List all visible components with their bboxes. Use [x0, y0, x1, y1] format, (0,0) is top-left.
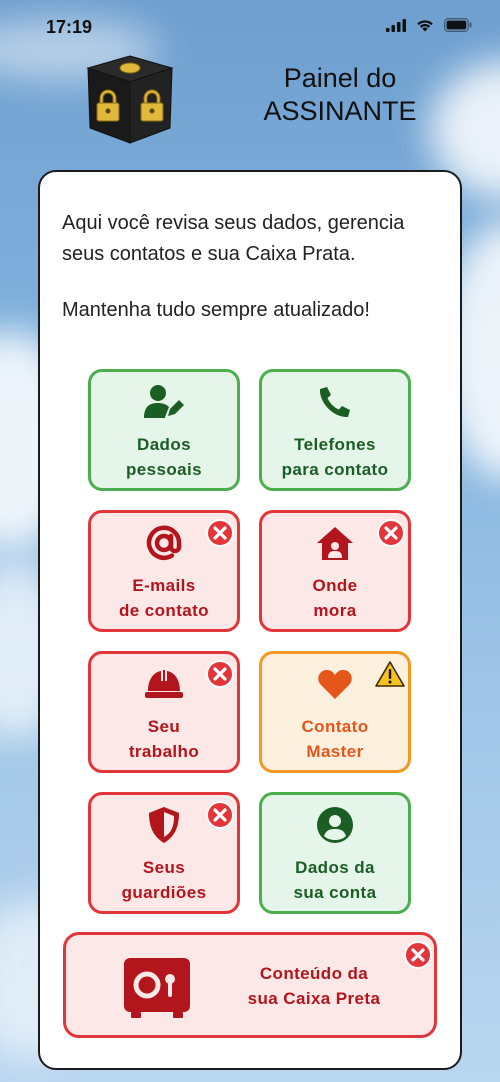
tile-label: Conteúdo da sua Caixa Preta — [247, 964, 381, 1008]
intro-reminder: Mantenha tudo sempre atualizado! — [62, 299, 370, 321]
tile-dados-conta[interactable]: Dados da sua conta — [259, 792, 411, 914]
tile-caixa-preta[interactable]: Conteúdo da sua Caixa Preta — [63, 932, 437, 1038]
page-title: Painel do ASSINANTE — [250, 62, 430, 128]
wifi-icon — [417, 19, 433, 31]
status-bar: 17:19 — [0, 0, 500, 50]
tile-seus-guardioes[interactable]: Seus guardiões — [88, 792, 240, 914]
app-logo-cube — [80, 48, 180, 148]
tile-label: Seu trabalho — [128, 717, 200, 761]
error-badge-icon — [206, 519, 234, 547]
tile-label: Dados da sua conta — [293, 858, 377, 902]
intro-text: Aqui você revisa seus dados, gerencia se… — [62, 208, 442, 326]
page-title-line2: ASSINANTE — [263, 96, 417, 126]
status-icons — [386, 18, 472, 32]
warning-badge-icon — [375, 661, 405, 687]
user-edit-icon — [144, 382, 184, 422]
phone-icon — [318, 382, 352, 422]
heart-icon — [317, 664, 353, 704]
intro-paragraph: Aqui você revisa seus dados, gerencia se… — [62, 212, 405, 265]
shield-icon — [147, 805, 181, 845]
tile-label: Dados pessoais — [126, 435, 202, 479]
safe-icon — [124, 958, 190, 1018]
status-time: 17:19 — [46, 17, 93, 37]
tile-dados-pessoais[interactable]: Dados pessoais — [88, 369, 240, 491]
user-circle-icon — [316, 805, 354, 845]
tile-emails[interactable]: E-mails de contato — [88, 510, 240, 632]
tile-label: Telefones para contato — [281, 435, 389, 479]
battery-icon — [444, 18, 472, 32]
error-badge-icon — [206, 801, 234, 829]
tile-label: Contato Master — [301, 717, 369, 761]
error-badge-icon — [377, 519, 405, 547]
error-badge-icon — [206, 660, 234, 688]
tile-label: Onde mora — [312, 576, 358, 620]
tile-seu-trabalho[interactable]: Seu trabalho — [88, 651, 240, 773]
tile-contato-master[interactable]: Contato Master — [259, 651, 411, 773]
tile-label: E-mails de contato — [119, 576, 209, 620]
house-icon — [316, 523, 354, 563]
page-title-line1: Painel do — [283, 63, 397, 93]
tile-telefones[interactable]: Telefones para contato — [259, 369, 411, 491]
signal-icon — [386, 18, 406, 32]
tile-onde-mora[interactable]: Onde mora — [259, 510, 411, 632]
at-icon — [145, 523, 183, 563]
error-badge-icon — [404, 941, 432, 969]
tile-label: Seus guardiões — [121, 858, 207, 902]
hard-hat-icon — [144, 664, 184, 704]
